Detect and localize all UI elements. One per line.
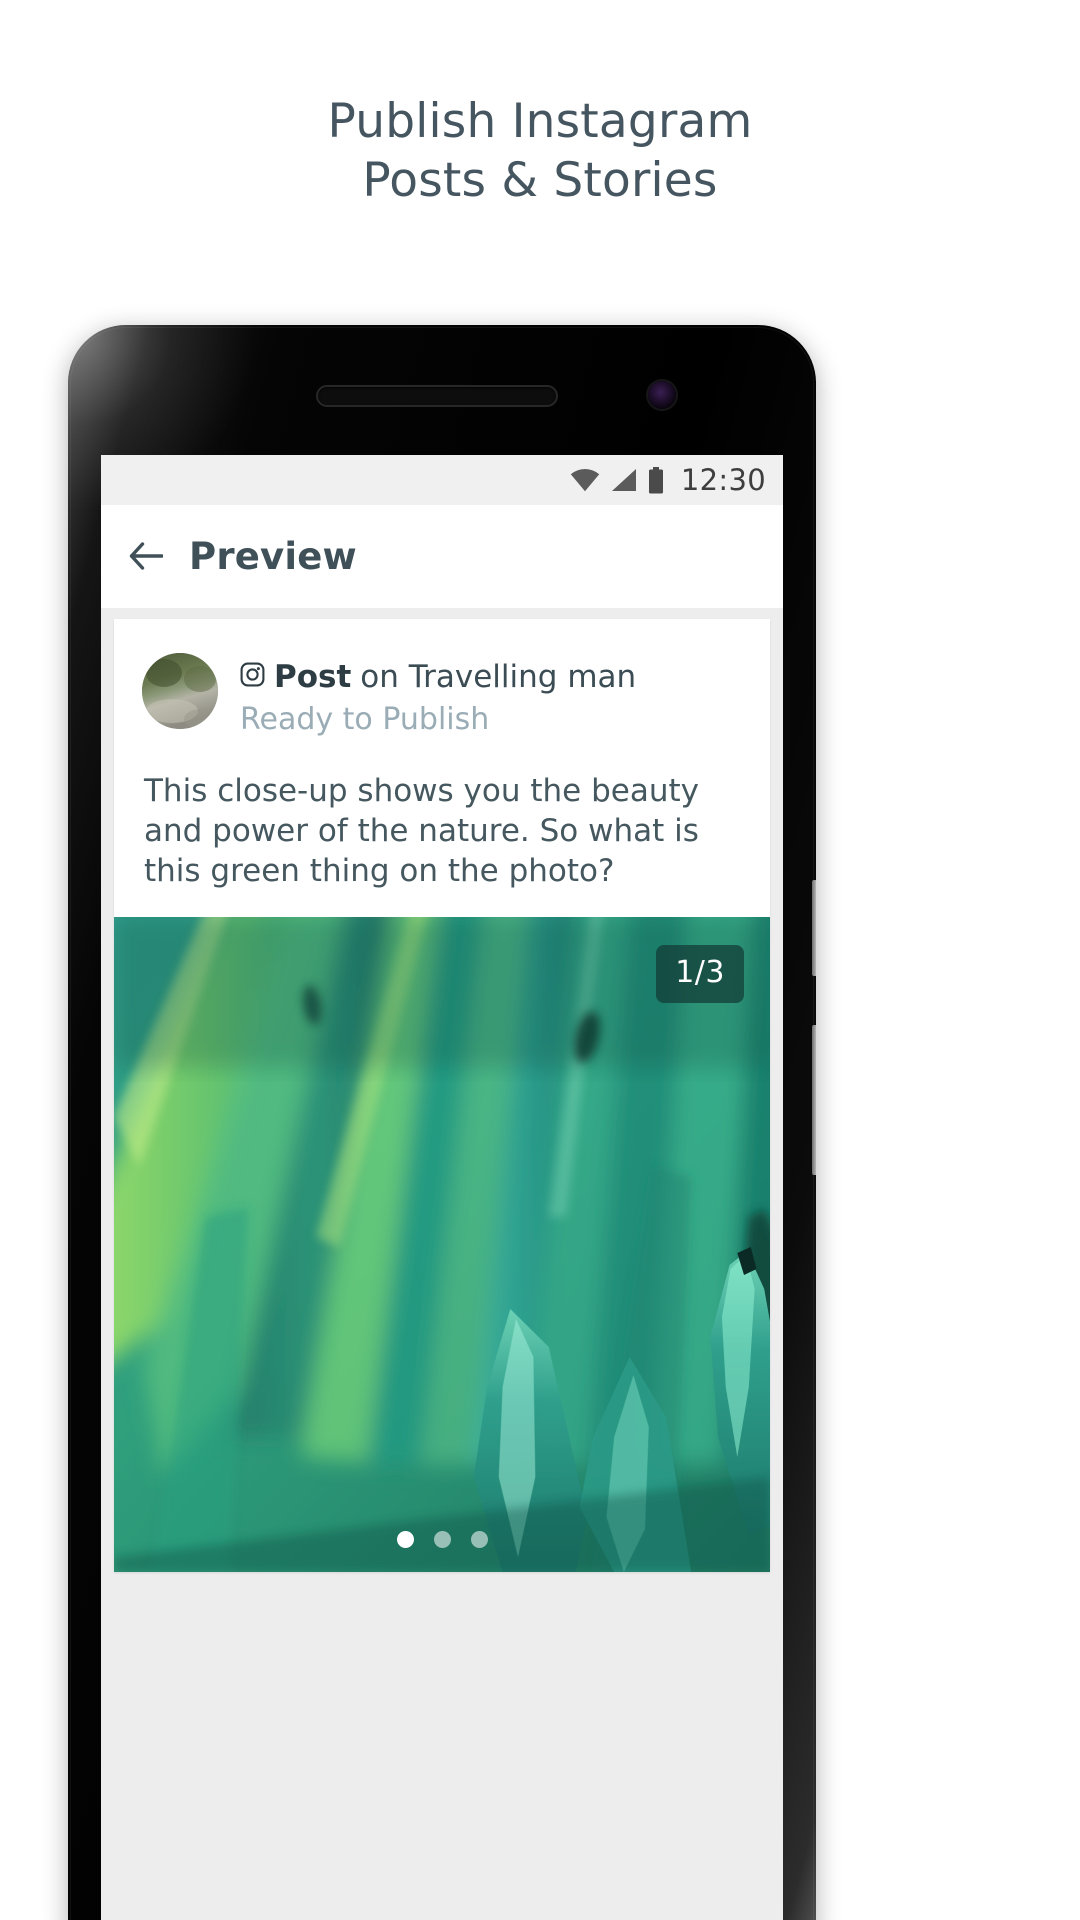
post-header: Post on Travelling man Ready to Publish: [114, 619, 770, 741]
phone-mockup: 12:30 Preview Post on Travelling man Rea…: [68, 325, 816, 1920]
carousel-dot-1[interactable]: [396, 1531, 414, 1548]
media-counter-badge: 1/3: [656, 945, 744, 1003]
wifi-icon: [570, 468, 600, 492]
page-heading: Preview: [189, 534, 357, 578]
status-bar: 12:30: [101, 455, 783, 505]
volume-button[interactable]: [812, 1025, 816, 1175]
post-caption: This close-up shows you the beauty and p…: [144, 773, 699, 889]
power-button[interactable]: [812, 880, 816, 976]
page-title: Publish Instagram Posts & Stories: [0, 92, 1080, 210]
status-bar-icons: [570, 466, 664, 494]
page-title-line-1: Publish Instagram: [327, 94, 753, 149]
post-type-label: Post: [274, 659, 352, 695]
post-target-label: on Travelling man: [360, 659, 637, 695]
post-media[interactable]: 1/3: [114, 917, 770, 1572]
carousel-dot-2[interactable]: [433, 1531, 451, 1548]
app-toolbar: Preview: [101, 505, 783, 608]
front-camera-icon: [648, 381, 676, 409]
phone-screen: 12:30 Preview Post on Travelling man Rea…: [101, 455, 783, 1920]
post-card[interactable]: Post on Travelling man Ready to Publish …: [114, 619, 770, 1572]
plant-photo: [114, 917, 770, 1572]
signal-icon: [610, 468, 638, 492]
page-root: Publish Instagram Posts & Stories 12:30 …: [0, 0, 1080, 1920]
carousel-dots[interactable]: [114, 1531, 770, 1548]
avatar[interactable]: [142, 653, 218, 729]
page-title-line-2: Posts & Stories: [362, 153, 718, 208]
status-bar-clock: 12:30: [680, 463, 766, 497]
content-area: Post on Travelling man Ready to Publish …: [101, 608, 783, 1920]
status-badge: Ready to Publish: [240, 702, 490, 737]
carousel-dot-3[interactable]: [470, 1531, 488, 1548]
back-arrow-icon[interactable]: [129, 541, 163, 571]
instagram-icon: [240, 657, 265, 697]
post-destination: Post on Travelling man: [240, 657, 636, 697]
post-meta: Post on Travelling man Ready to Publish: [240, 653, 636, 741]
battery-icon: [648, 466, 664, 494]
earpiece-speaker: [316, 385, 558, 407]
